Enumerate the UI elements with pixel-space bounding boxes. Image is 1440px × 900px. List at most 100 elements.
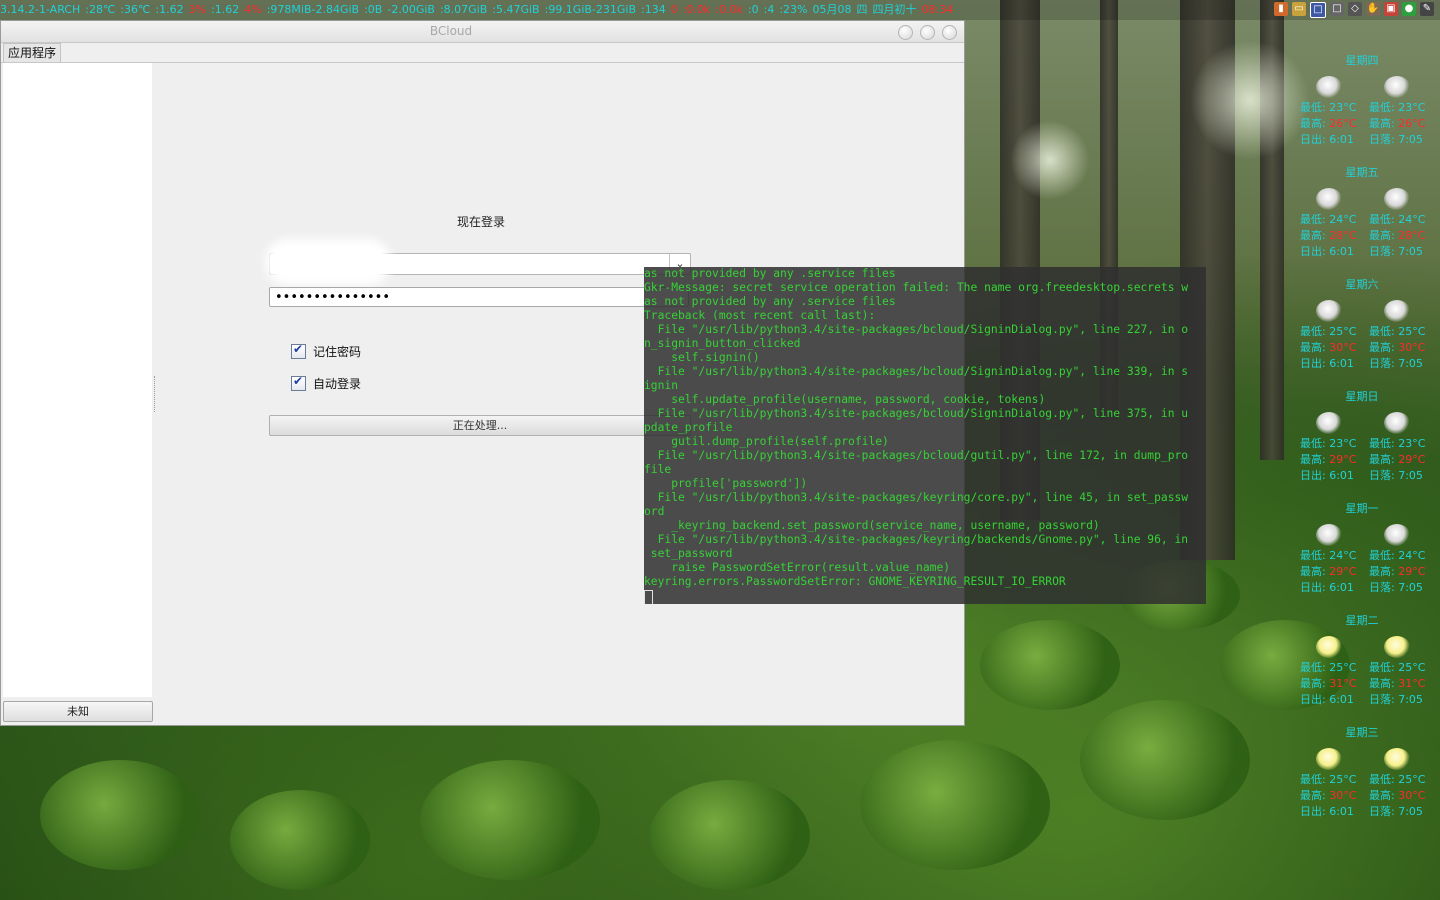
high-temp: 31°C [1398,677,1426,690]
status-segment: :0.0k [715,3,743,16]
low-temp: 23°C [1398,101,1426,114]
top-status-bar: 3.14.2-1-ARCH:28℃:36℃:1.62 3%:1.62 4%:978M… [0,0,1440,20]
weather-day-name: 星期三 [1345,726,1379,739]
sunny-thunder-icon [1316,636,1342,658]
status-segment: 0 [670,3,678,16]
sunrise-label: 日出: [1300,805,1326,818]
terminal-window[interactable]: as not provided by any .service files Gkr… [644,267,1206,604]
window-icon[interactable]: □ [1310,2,1326,18]
sunrise-label: 日出: [1300,245,1326,258]
high-label: 最高: [1369,789,1395,802]
sunny-thunder-icon [1316,748,1342,770]
gift-icon[interactable]: ▣ [1384,2,1398,16]
high-temp: 30°C [1329,341,1357,354]
thunderstorm-icon [1316,300,1342,322]
weather-details: 最低: 23°C 最高: 29°C 日落: 7:05 [1369,436,1425,484]
menu-applications[interactable]: 应用程序 [3,43,62,62]
terminal-line: raise PasswordSetError(result.value_name… [644,561,951,574]
sunset-label: 日落: [1369,469,1395,482]
terminal-line: self.update_profile(username, password, … [644,393,1046,406]
high-temp: 26°C [1398,117,1426,130]
bookmark-icon[interactable]: ▮ [1274,2,1288,16]
high-label: 最高: [1300,341,1326,354]
high-label: 最高: [1369,565,1395,578]
status-segment: 四 [856,3,868,16]
sunrise-time: 6:01 [1329,693,1354,706]
sunrise-label: 日出: [1300,581,1326,594]
weather-details: 最低: 24°C 最高: 28°C 日落: 7:05 [1369,212,1425,260]
weather-details: 最低: 24°C 最高: 29°C 日落: 7:05 [1369,548,1425,596]
status-segment: 08:34 [921,3,954,16]
pane-resize-handle[interactable] [154,376,157,412]
high-temp: 29°C [1398,453,1426,466]
terminal-line: gutil.dump_profile(self.profile) [644,435,889,448]
sidebar-panel [3,63,152,697]
high-temp: 29°C [1398,565,1426,578]
window-titlebar[interactable]: BCloud [1,21,964,43]
minimize-button[interactable] [898,25,913,40]
terminal-line: as not provided by any .service files [644,267,896,280]
pen-icon[interactable]: ✎ [1420,2,1434,16]
weather-day: 星期三 最低: 25°C 最高: 30°C 日出: 6:01 最低: 25°C 最高: 3… [1298,724,1438,836]
thunderstorm-icon [1316,188,1342,210]
shield-icon[interactable]: ● [1402,2,1416,16]
folder-icon[interactable]: ▭ [1292,2,1306,16]
terminal-cursor [644,590,653,604]
password-field[interactable]: ••••••••••••••• [269,287,689,307]
remember-password-checkbox[interactable] [291,342,306,359]
window-outline-icon[interactable]: □ [1330,2,1344,16]
terminal-line: profile['password']) [644,477,808,490]
sunset-label: 日落: [1369,693,1395,706]
status-segment: :0 [747,3,759,16]
high-label: 最高: [1369,117,1395,130]
high-temp: 26°C [1329,117,1357,130]
weather-day: 星期五 最低: 24°C 最高: 28°C 日出: 6:01 最低: 24°C 最高: 2… [1298,164,1438,276]
terminal-line: ord [644,505,665,518]
sidebar-status-button[interactable]: 未知 [3,701,153,722]
high-label: 最高: [1300,117,1326,130]
terminal-line: Gkr-Message: secret service operation fa… [644,281,1189,294]
hand-icon[interactable]: ✋ [1366,2,1380,16]
sunset-time: 7:05 [1398,805,1423,818]
status-segment: :978MiB-2.84GiB [266,3,360,16]
status-segment: :134 [641,3,666,16]
sunset-time: 7:05 [1398,133,1423,146]
auto-login-checkbox[interactable] [291,374,306,391]
status-segment: :8.07GiB [439,3,488,16]
low-temp: 23°C [1329,437,1357,450]
low-label: 最低: [1369,325,1395,338]
terminal-line: keyring.errors.PasswordSetError: GNOME_K… [644,575,1066,588]
low-temp: 23°C [1398,437,1426,450]
low-temp: 25°C [1329,773,1357,786]
status-segment: 4% [244,3,262,16]
status-segment: :23% [779,3,808,16]
low-temp: 24°C [1398,213,1426,226]
sunrise-time: 6:01 [1329,245,1354,258]
signin-processing-button[interactable]: 正在处理... [269,415,691,436]
weather-day: 星期一 最低: 24°C 最高: 29°C 日出: 6:01 最低: 24°C 最高: 2… [1298,500,1438,612]
terminal-line: File "/usr/lib/python3.4/site-packages/k… [644,533,1189,546]
low-temp: 25°C [1398,325,1426,338]
sunrise-time: 6:01 [1329,805,1354,818]
high-label: 最高: [1300,677,1326,690]
maximize-button[interactable] [920,25,935,40]
sunrise-label: 日出: [1300,693,1326,706]
auto-login-row[interactable]: 自动登录 [291,374,362,391]
weather-day-name: 星期一 [1345,502,1379,515]
auto-login-label: 自动登录 [313,376,362,391]
terminal-line: n_signin_button_clicked [644,337,801,350]
high-label: 最高: [1369,453,1395,466]
terminal-line: file [644,463,672,476]
remember-password-row[interactable]: 记住密码 [291,342,361,359]
terminal-line: File "/usr/lib/python3.4/site-packages/b… [644,365,1189,378]
high-temp: 28°C [1398,229,1426,242]
sunset-time: 7:05 [1398,469,1423,482]
low-temp: 25°C [1329,325,1357,338]
weather-details: 最低: 23°C 最高: 29°C 日出: 6:01 [1300,436,1356,484]
close-button[interactable] [942,25,957,40]
sunny-thunder-icon [1384,748,1410,770]
status-segment: :99.1GiB-231GiB [544,3,637,16]
terminal-line: as not provided by any .service files [644,295,896,308]
network-icon[interactable]: ◇ [1348,2,1362,16]
high-temp: 30°C [1398,341,1426,354]
